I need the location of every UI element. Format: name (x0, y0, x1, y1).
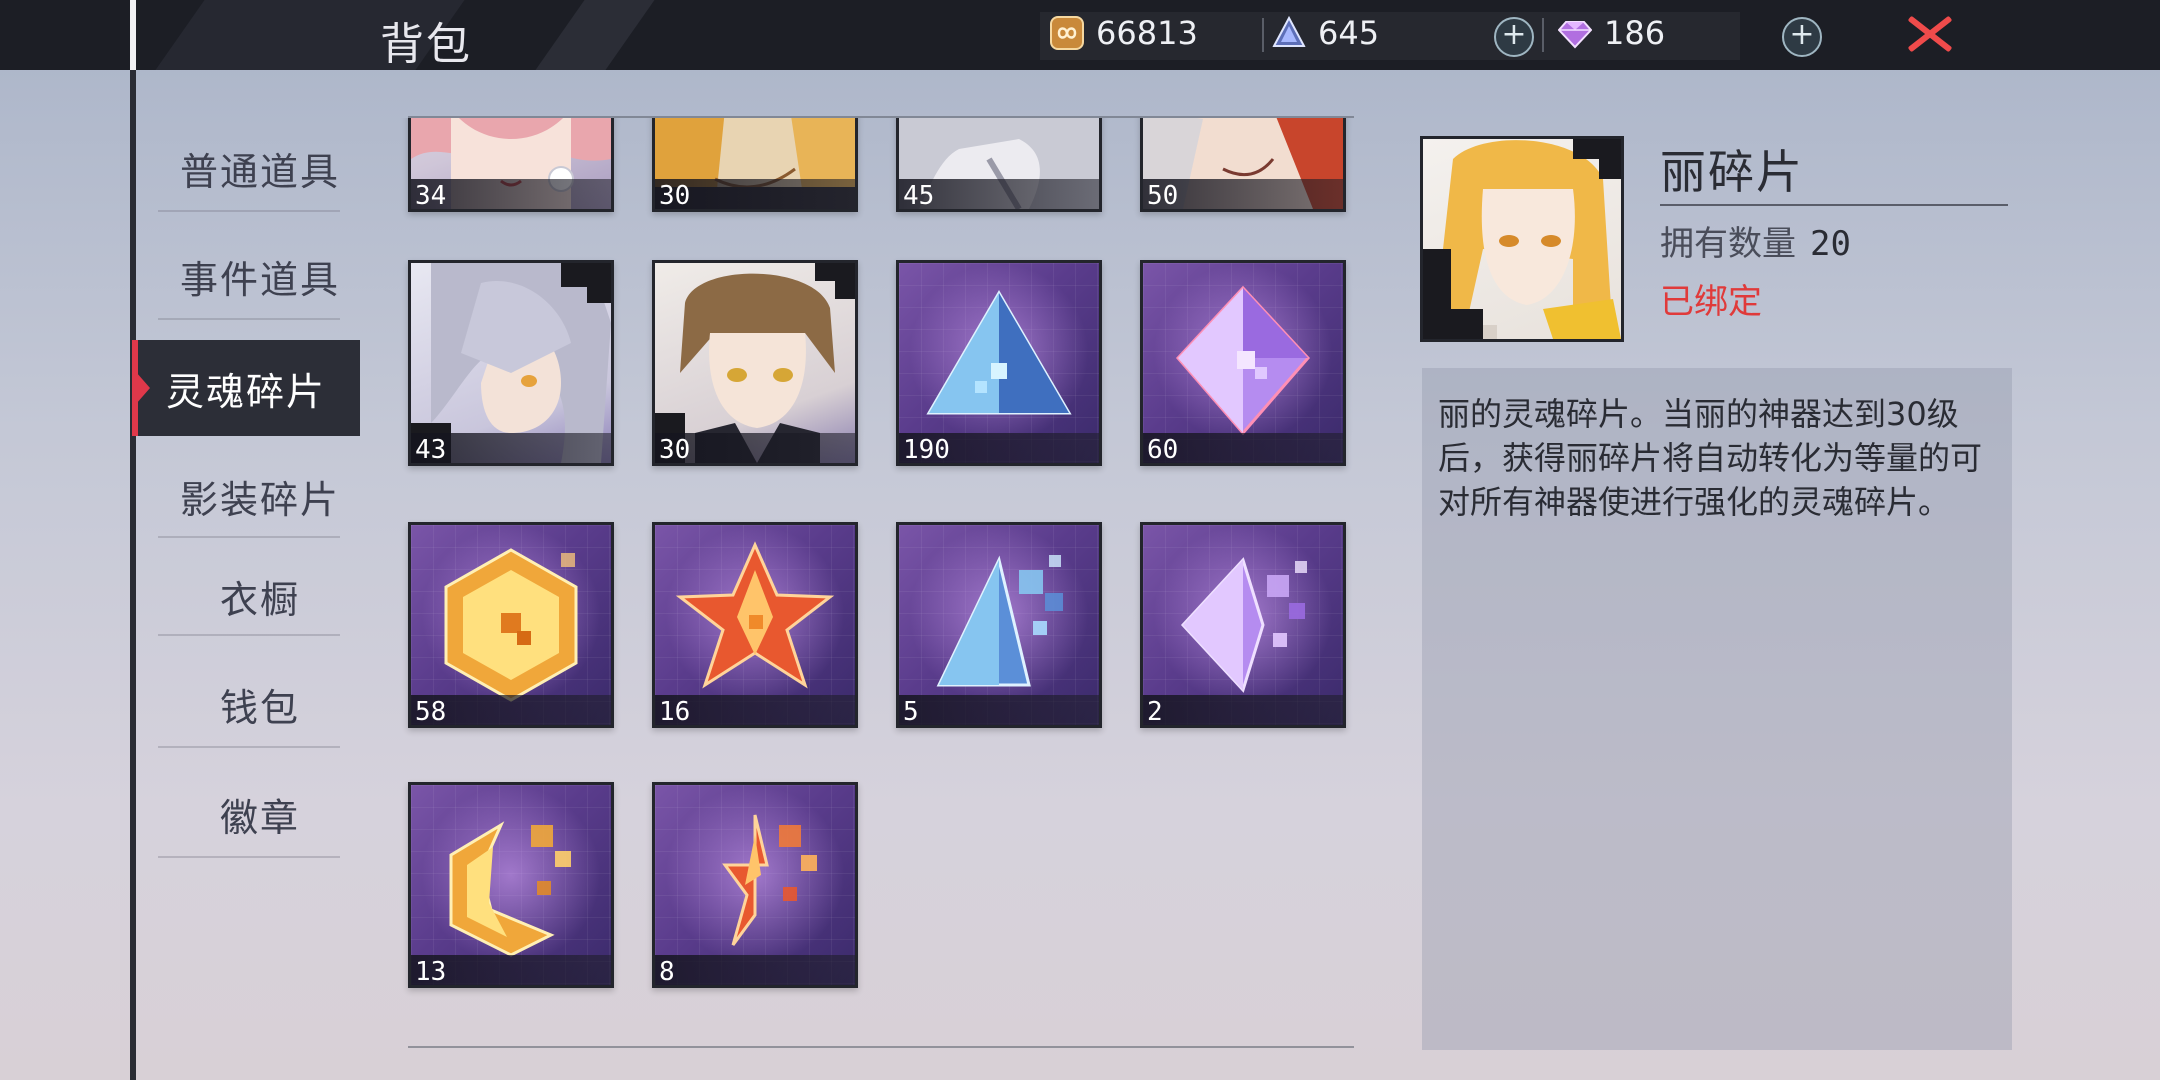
item-slot[interactable]: 5 (896, 522, 1102, 728)
sidebar-rail-highlight (130, 0, 136, 70)
sidebar-divider (158, 856, 340, 858)
count-bar (899, 695, 1099, 725)
gold-amount: 66813 (1096, 14, 1198, 52)
sidebar-item-wardrobe[interactable]: 衣橱 (160, 556, 360, 636)
item-count: 16 (659, 697, 691, 727)
item-slot[interactable]: 13 (408, 782, 614, 988)
item-slot[interactable]: 190 (896, 260, 1102, 466)
selected-item-name: 丽碎片 (1660, 145, 1804, 199)
sidebar-divider (158, 318, 340, 320)
owned-label: 拥有数量 (1660, 224, 1796, 264)
item-grid[interactable]: 34 30 45 50 43 30 190 60 58 16 5 2 13 8 (400, 118, 1360, 1048)
item-slot[interactable]: 58 (408, 522, 614, 728)
sidebar-divider (158, 536, 340, 538)
item-slot[interactable]: 43 (408, 260, 614, 466)
separator (1262, 18, 1264, 52)
sidebar-divider (158, 210, 340, 212)
item-count: 34 (415, 181, 447, 211)
item-count: 13 (415, 957, 447, 987)
item-count: 30 (659, 435, 691, 465)
item-slot[interactable]: 45 (896, 118, 1102, 212)
sidebar-divider (158, 746, 340, 748)
count-bar (1143, 695, 1343, 725)
item-slot[interactable]: 16 (652, 522, 858, 728)
item-count: 50 (1147, 181, 1179, 211)
item-count: 60 (1147, 435, 1179, 465)
detail-divider (1660, 204, 2008, 206)
separator (1542, 18, 1544, 52)
sidebar-item-event-items[interactable]: 事件道具 (160, 236, 360, 316)
add-diamond-button[interactable]: + (1782, 17, 1822, 57)
item-slot[interactable]: 60 (1140, 260, 1346, 466)
crystal-amount: 645 (1318, 14, 1380, 52)
sidebar-item-normal-items[interactable]: 普通道具 (160, 128, 360, 208)
count-bar (655, 955, 855, 985)
item-slot[interactable]: 30 (652, 260, 858, 466)
crystal-pyramid-icon (1272, 16, 1306, 47)
owned-count: 20 (1810, 224, 1851, 264)
item-slot[interactable]: 30 (652, 118, 858, 212)
item-count: 8 (659, 957, 675, 987)
diamond-amount: 186 (1604, 14, 1666, 52)
description-panel: 丽的灵魂碎片。当丽的神器达到30级后，获得丽碎片将自动转化为等量的可对所有神器使… (1422, 368, 2012, 1050)
sidebar-item-soul-fragments[interactable]: 灵魂碎片 (132, 340, 360, 436)
topbar-decoration (535, 0, 655, 70)
active-tab-arrow (136, 372, 150, 404)
item-slot[interactable]: 2 (1140, 522, 1346, 728)
item-count: 43 (415, 435, 447, 465)
diamond-currency: 186 (1558, 14, 1665, 52)
item-slot[interactable]: 34 (408, 118, 614, 212)
item-description: 丽的灵魂碎片。当丽的神器达到30级后，获得丽碎片将自动转化为等量的可对所有神器使… (1438, 395, 1983, 521)
gold-coin-icon (1050, 16, 1084, 50)
selected-item-portrait (1420, 136, 1624, 342)
sidebar-divider (158, 634, 340, 636)
item-count: 5 (903, 697, 919, 727)
add-crystal-button[interactable]: + (1494, 17, 1534, 57)
diamond-gem-icon (1558, 21, 1592, 49)
item-slot[interactable]: 50 (1140, 118, 1346, 212)
blonde-girl-portrait-icon (1423, 139, 1621, 339)
item-count: 45 (903, 181, 935, 211)
gold-currency: 66813 (1050, 14, 1198, 52)
item-slot[interactable]: 8 (652, 782, 858, 988)
item-count: 190 (903, 435, 950, 465)
close-icon[interactable] (1908, 12, 1952, 56)
item-count: 2 (1147, 697, 1163, 727)
item-count: 58 (415, 697, 447, 727)
sidebar-item-wallet[interactable]: 钱包 (160, 664, 360, 744)
sidebar-item-shadow-fragments[interactable]: 影装碎片 (160, 456, 360, 536)
bound-status: 已绑定 (1660, 282, 1762, 322)
crystal-currency: 645 (1272, 14, 1379, 52)
page-title: 背包 (380, 19, 472, 70)
item-count: 30 (659, 181, 691, 211)
sidebar-item-badges[interactable]: 徽章 (160, 774, 360, 854)
owned-quantity: 拥有数量 20 (1660, 216, 1851, 265)
sidebar-rail (130, 0, 136, 1080)
